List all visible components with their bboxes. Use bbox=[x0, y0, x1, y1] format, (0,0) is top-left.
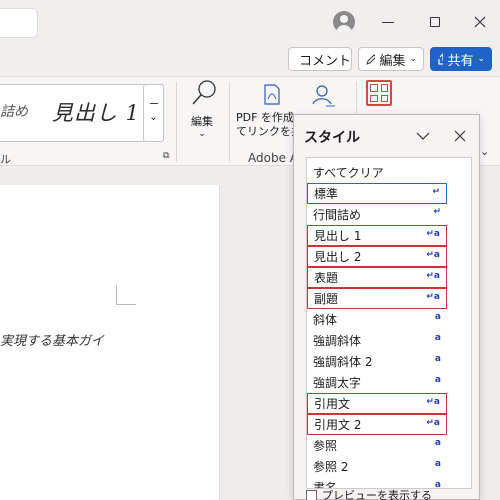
style-item[interactable]: 見出し 2 ↵a bbox=[307, 246, 447, 267]
pane-options-chevron-icon[interactable] bbox=[414, 127, 432, 145]
style-item-label: 副題 bbox=[314, 292, 339, 306]
styles-grid-cell bbox=[380, 84, 388, 92]
style-type-icon: a bbox=[434, 438, 441, 448]
preview-label: プレビューを表示する bbox=[322, 489, 432, 500]
style-item[interactable]: 行間詰め ↵ bbox=[307, 204, 447, 225]
style-type-icon: ↵a bbox=[426, 292, 440, 302]
style-type-icon: a bbox=[434, 375, 441, 385]
style-type-icon: a bbox=[434, 333, 441, 343]
ribbon-collapse-chevron-icon[interactable]: ⌄ bbox=[480, 145, 500, 165]
chevron-down-icon: ⌄ bbox=[409, 54, 417, 64]
ribbon-separator bbox=[229, 82, 230, 162]
style-item-label: 見出し 1 bbox=[314, 229, 362, 243]
style-item-label: 強調斜体 bbox=[313, 334, 362, 348]
style-item[interactable]: 強調斜体 a bbox=[307, 330, 447, 351]
edit-group[interactable]: 編集 ⌄ bbox=[180, 78, 224, 148]
style-item[interactable]: 参照 a bbox=[307, 435, 447, 456]
style-item[interactable]: 見出し 1 ↵a bbox=[307, 225, 447, 246]
style-item[interactable]: 引用文 2 ↵a bbox=[307, 414, 447, 435]
preview-checkbox[interactable] bbox=[306, 489, 317, 500]
style-item-label: 強調斜体 2 bbox=[313, 355, 373, 369]
signature-icon[interactable] bbox=[310, 84, 336, 108]
gallery-item-heading1[interactable]: 見出し 1 bbox=[52, 97, 140, 127]
style-item-label: 参照 bbox=[313, 439, 338, 453]
pencil-icon bbox=[366, 53, 376, 65]
style-item-label: 引用文 bbox=[314, 397, 351, 411]
style-item[interactable]: 副題 ↵a bbox=[307, 288, 447, 309]
style-type-icon: a bbox=[434, 312, 441, 322]
comment-button[interactable]: コメント bbox=[288, 47, 352, 71]
style-item-label: 表題 bbox=[314, 271, 339, 285]
style-type-icon: ↵ bbox=[433, 207, 441, 217]
close-icon bbox=[474, 16, 486, 28]
style-item[interactable]: 強調斜体 2 a bbox=[307, 351, 447, 372]
style-type-icon: a bbox=[434, 459, 441, 469]
style-type-icon: ↵a bbox=[426, 397, 440, 407]
gallery-more-button[interactable]: ⌄ bbox=[143, 84, 164, 142]
share-button[interactable]: 共有 ⌄ bbox=[430, 47, 492, 71]
search-box[interactable] bbox=[0, 8, 38, 38]
preview-toggle[interactable]: プレビューを表示する bbox=[306, 487, 432, 500]
style-item-label: すべてクリア bbox=[313, 166, 384, 180]
style-type-icon: ↵a bbox=[426, 418, 440, 428]
style-item-label: 標準 bbox=[314, 187, 339, 201]
style-item[interactable]: 標準 ↵ bbox=[307, 183, 447, 204]
gallery-item-no-spacing[interactable]: 詰め bbox=[0, 101, 28, 121]
close-window-button[interactable] bbox=[470, 12, 490, 32]
search-icon bbox=[192, 80, 216, 105]
adobe-group-label: Adobe A bbox=[248, 151, 298, 165]
style-type-icon: ↵a bbox=[426, 250, 440, 260]
style-item[interactable]: 強調太字 a bbox=[307, 372, 447, 393]
styles-grid-cell bbox=[380, 94, 388, 102]
styles-group-label: ル bbox=[0, 153, 11, 166]
style-item-label: 引用文 2 bbox=[314, 418, 362, 432]
style-item-label: 斜体 bbox=[313, 313, 338, 327]
style-item-label: 行間詰め bbox=[313, 208, 362, 222]
avatar-torso bbox=[336, 25, 352, 33]
chevron-down-icon: ⌄ bbox=[149, 111, 158, 123]
edit-group-label: 編集 bbox=[191, 115, 213, 128]
style-type-icon: ↵ bbox=[432, 187, 440, 197]
edit-mode-button[interactable]: 編集 ⌄ bbox=[358, 47, 424, 71]
chevron-down-icon: ⌄ bbox=[198, 129, 206, 139]
style-type-icon: a bbox=[434, 354, 441, 364]
styles-pane-title: スタイル bbox=[304, 130, 360, 146]
styles-grid-cell bbox=[370, 84, 378, 92]
chevron-down-icon: ⌄ bbox=[477, 54, 485, 64]
user-avatar-icon[interactable] bbox=[333, 11, 355, 33]
pdf-icon bbox=[264, 84, 280, 105]
style-item[interactable]: 斜体 a bbox=[307, 309, 447, 330]
dialog-launcher-icon[interactable]: ⧉ bbox=[163, 151, 169, 161]
share-icon bbox=[438, 52, 444, 65]
share-label: 共有 bbox=[447, 53, 474, 69]
maximize-button[interactable] bbox=[425, 12, 445, 32]
avatar-head bbox=[340, 15, 348, 23]
minimize-button[interactable] bbox=[378, 12, 398, 32]
styles-grid-cell bbox=[370, 94, 378, 102]
styles-pane-icon[interactable] bbox=[366, 80, 392, 106]
style-item[interactable]: 引用文 ↵a bbox=[307, 393, 447, 414]
styles-pane: スタイル すべてクリア 標準 ↵ 行間詰め ↵ 見出し 1 ↵a 見出し 2 ↵a 表題 ↵a 副題 ↵… bbox=[293, 114, 480, 500]
pdf-label-line1: PDF を作成 bbox=[236, 111, 294, 124]
style-list[interactable]: すべてクリア 標準 ↵ 行間詰め ↵ 見出し 1 ↵a 見出し 2 ↵a 表題 ↵a 副題 ↵a 斜体 a 強… bbox=[306, 157, 472, 489]
maximize-icon bbox=[430, 17, 440, 27]
document-text[interactable]: 実現する基本ガイ bbox=[0, 330, 104, 349]
style-item-label: 見出し 2 bbox=[314, 250, 362, 264]
style-item-label: 参照 2 bbox=[313, 460, 349, 474]
style-item-label: 強調太字 bbox=[313, 376, 362, 390]
gallery-more-bar bbox=[150, 103, 158, 104]
style-item[interactable]: 表題 ↵a bbox=[307, 267, 447, 288]
margin-corner-mark bbox=[116, 285, 136, 305]
style-type-icon: a bbox=[434, 480, 441, 489]
style-type-icon: ↵a bbox=[426, 229, 440, 239]
minimize-icon bbox=[382, 21, 394, 23]
pane-close-icon[interactable] bbox=[451, 127, 469, 145]
style-item[interactable]: 参照 2 a bbox=[307, 456, 447, 477]
style-gallery[interactable]: 詰め 見出し 1 bbox=[0, 84, 164, 142]
ribbon-separator bbox=[176, 82, 177, 162]
edit-mode-label: 編集 bbox=[379, 53, 406, 69]
comment-label: コメント bbox=[299, 53, 352, 69]
style-type-icon: ↵a bbox=[426, 271, 440, 281]
style-item[interactable]: すべてクリア bbox=[307, 162, 447, 183]
